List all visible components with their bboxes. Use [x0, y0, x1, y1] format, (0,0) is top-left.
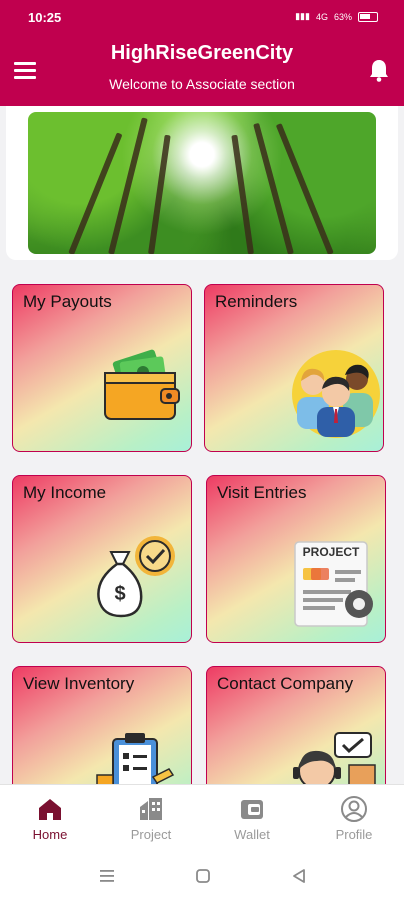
nav-project[interactable]: Project [111, 795, 191, 842]
back-triangle-icon[interactable] [290, 868, 308, 884]
notification-button[interactable] [368, 58, 390, 82]
tile-my-income[interactable]: My Income $ [12, 475, 192, 643]
clipboard-inventory-icon [96, 733, 175, 791]
nav-home[interactable]: Home [10, 795, 90, 842]
bell-icon [370, 60, 388, 82]
forest-banner-image [28, 112, 376, 254]
svg-text:$: $ [114, 583, 125, 605]
tile-label: My Payouts [23, 292, 112, 311]
svg-text:PROJECT: PROJECT [303, 545, 360, 559]
nav-profile[interactable]: Profile [314, 795, 394, 842]
support-agent-icon [293, 732, 376, 791]
wallet-money-icon [104, 349, 180, 420]
nav-label: Profile [335, 827, 373, 842]
home-icon [39, 799, 61, 820]
status-time: 10:25 [28, 10, 62, 25]
battery-icon [358, 11, 378, 22]
profile-icon [341, 796, 367, 822]
battery-percent: 63% [333, 11, 352, 22]
team-people-icon [292, 350, 380, 438]
signal-icon: ▮▮▮ [295, 11, 310, 21]
recent-apps-icon[interactable] [98, 868, 116, 884]
nav-label: Home [32, 827, 68, 842]
buildings-icon [140, 798, 162, 820]
tile-my-payouts[interactable]: My Payouts [12, 284, 192, 452]
tile-label: Visit Entries [217, 483, 307, 502]
system-nav-bar [0, 854, 404, 900]
tile-label: My Income [23, 483, 107, 502]
app-header: 10:25 ▮▮▮ 4G 63% HighRiseGreenCity Welco… [0, 0, 404, 106]
home-square-icon[interactable] [194, 868, 212, 884]
app-title: HighRiseGreenCity [110, 42, 294, 64]
banner-card [6, 106, 398, 260]
project-document-icon: PROJECT [294, 541, 373, 627]
nav-label: Project [130, 827, 172, 842]
tile-visit-entries[interactable]: Visit Entries PROJECT [206, 475, 386, 643]
wallet-icon [241, 800, 263, 819]
tile-label: View Inventory [23, 674, 135, 693]
tile-reminders[interactable]: Reminders [204, 284, 384, 452]
tile-label: Reminders [215, 292, 298, 311]
status-icons: ▮▮▮ 4G 63% [295, 11, 378, 22]
status-bar: 10:25 ▮▮▮ 4G 63% [0, 0, 404, 34]
app-subtitle: Welcome to Associate section [109, 76, 295, 92]
network-type: 4G [315, 11, 328, 22]
bottom-navigation: Home Project Wallet Profile [0, 784, 404, 854]
money-bag-icon: $ [97, 536, 175, 618]
nav-wallet[interactable]: Wallet [212, 795, 292, 842]
nav-label: Wallet [234, 827, 270, 842]
tile-label: Contact Company [217, 674, 354, 693]
